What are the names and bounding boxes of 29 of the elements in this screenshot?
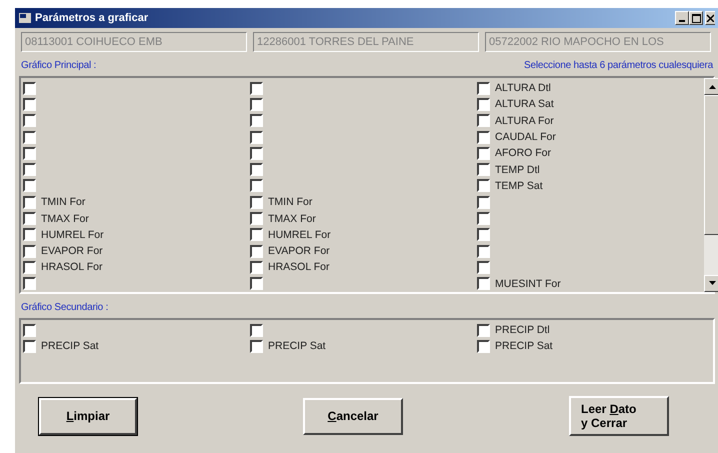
checkbox-label: TMAX For	[268, 212, 316, 225]
checkbox-label: HRASOL For	[268, 261, 330, 274]
checkbox-label: ALTURA For	[495, 114, 554, 127]
hint-text: Seleccione hasta 6 parámetros cualesquiera	[524, 60, 713, 73]
dialog-button[interactable]: Leer Dato y Cerrar	[569, 396, 669, 436]
checkbox-label: ALTURA Dtl	[495, 82, 551, 94]
checkbox-label: TMIN For	[268, 196, 312, 208]
checkbox-label: TEMP Sat	[495, 180, 543, 192]
checkbox-label: EVAPOR For	[41, 245, 103, 258]
checkbox-label: TEMP Dtl	[495, 164, 540, 176]
checkbox-label: TMIN For	[41, 196, 86, 208]
checkbox-label: PRECIP Sat	[268, 340, 326, 352]
dialog-button[interactable]: Cancelar	[303, 398, 403, 435]
checkbox-label: MUESINT For	[495, 278, 561, 290]
checkbox-label: HUMREL For	[41, 228, 104, 241]
checkbox-label: CAUDAL For	[495, 131, 556, 144]
checkbox-label: PRECIP Sat	[41, 340, 99, 352]
checkbox-label: TMAX For	[41, 212, 89, 225]
checkbox-label: AFORO For	[495, 147, 552, 160]
checkbox-label: PRECIP Dtl	[495, 324, 550, 336]
section-label: Gráfico Secundario :	[21, 302, 108, 315]
checkbox-label: HUMREL For	[268, 228, 331, 241]
checkbox-label: ALTURA Sat	[495, 98, 554, 110]
dialog-button[interactable]: Limpiar	[39, 398, 137, 435]
window-title: Parámetros a graficar	[35, 12, 150, 24]
checkbox-label: EVAPOR For	[268, 245, 330, 258]
checkbox-label: HRASOL For	[41, 261, 102, 274]
checkbox-label: PRECIP Sat	[495, 340, 553, 352]
section-label: Gráfico Principal :	[21, 60, 96, 73]
